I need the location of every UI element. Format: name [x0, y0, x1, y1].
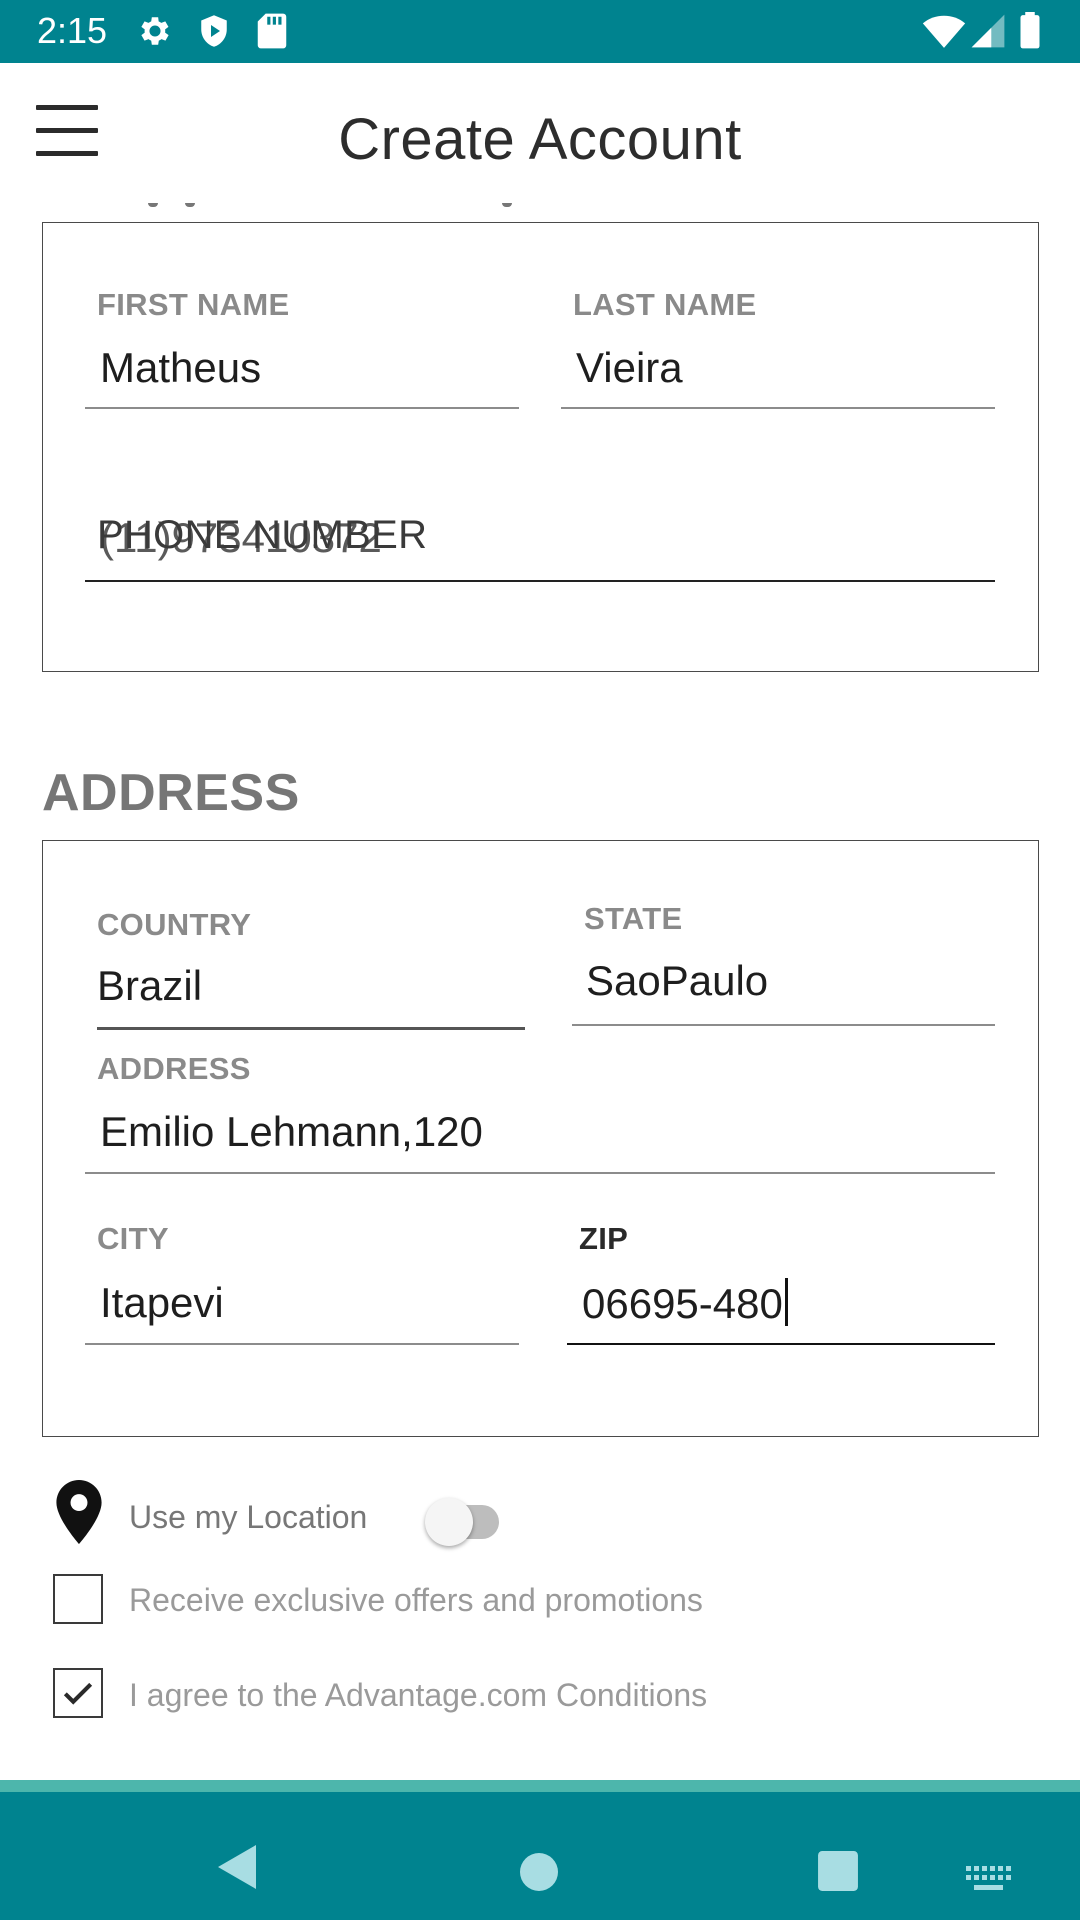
text-cursor — [784, 1278, 788, 1326]
zip-value: 06695-480 — [582, 1278, 788, 1329]
back-icon[interactable] — [212, 1832, 260, 1902]
use-location-row: Use my Location — [0, 1470, 1080, 1560]
city-underline — [85, 1343, 519, 1345]
last-name-underline — [561, 407, 995, 409]
signal-icon — [971, 14, 1005, 48]
city-label: CITY — [97, 1221, 169, 1256]
location-pin-icon — [56, 1480, 102, 1544]
offers-checkbox[interactable] — [53, 1574, 103, 1624]
shield-play-icon — [201, 15, 227, 47]
battery-icon — [1020, 12, 1040, 49]
home-icon[interactable] — [519, 1837, 559, 1907]
last-name-field[interactable]: LAST NAME Vieira — [561, 283, 995, 413]
conditions-checkbox[interactable] — [53, 1668, 103, 1718]
checkmark-icon — [63, 1682, 93, 1705]
zip-underline — [567, 1343, 995, 1345]
address-section-heading: ADDRESS — [42, 764, 300, 822]
first-name-label: FIRST NAME — [97, 287, 290, 322]
address-label: ADDRESS — [97, 1051, 251, 1086]
zip-label: ZIP — [579, 1221, 629, 1256]
bottom-accent-bar — [0, 1780, 1080, 1792]
personal-details-card: FIRST NAME Matheus LAST NAME Vieira (11)… — [42, 222, 1039, 672]
country-field[interactable]: COUNTRY Brazil — [85, 901, 525, 1031]
state-underline — [572, 1024, 995, 1026]
first-name-underline — [85, 407, 519, 409]
zip-field[interactable]: ZIP 06695-480 — [567, 1221, 995, 1351]
city-field[interactable]: CITY Itapevi — [85, 1221, 519, 1351]
recents-icon[interactable] — [817, 1836, 859, 1906]
first-name-field[interactable]: FIRST NAME Matheus — [85, 283, 519, 413]
system-nav-bar — [0, 1792, 1080, 1920]
state-label: STATE — [584, 901, 683, 936]
use-location-label: Use my Location — [129, 1499, 368, 1535]
sd-card-icon — [257, 13, 287, 49]
city-value: Itapevi — [100, 1279, 224, 1326]
zip-value-text: 06695-480 — [582, 1280, 783, 1327]
gear-icon — [141, 17, 169, 45]
last-name-value: Vieira — [576, 344, 683, 391]
wifi-icon — [922, 15, 966, 48]
last-name-label: LAST NAME — [573, 287, 757, 322]
state-field[interactable]: STATE SaoPaulo — [572, 901, 995, 1031]
offers-label: Receive exclusive offers and promotions — [129, 1582, 703, 1618]
state-value: SaoPaulo — [586, 957, 769, 1004]
address-value: Emilio Lehmann,120 — [100, 1108, 483, 1155]
first-name-value: Matheus — [100, 344, 262, 391]
country-underline — [97, 1027, 525, 1030]
address-card: COUNTRY Brazil STATE SaoPaulo ADDRESS Em… — [42, 840, 1039, 1437]
country-label: COUNTRY — [97, 907, 252, 942]
status-bar: 2:15 — [0, 0, 1080, 63]
scrolled-heading-remnant — [140, 203, 540, 213]
app-bar: Create Account — [0, 63, 1080, 203]
address-field[interactable]: ADDRESS Emilio Lehmann,120 — [85, 1051, 995, 1181]
status-time: 2:15 — [37, 10, 108, 51]
use-location-toggle[interactable] — [425, 1492, 513, 1546]
phone-number-field[interactable]: (11)973410372 PHONE NUMBER — [85, 503, 995, 603]
phone-number-label: PHONE NUMBER — [97, 513, 428, 557]
page-title: Create Account — [338, 107, 742, 172]
country-value: Brazil — [97, 962, 203, 1009]
phone-number-underline — [85, 580, 995, 582]
toggle-thumb — [425, 1498, 473, 1546]
keyboard-icon[interactable] — [966, 1844, 1012, 1914]
conditions-label: I agree to the Advantage.com Conditions — [129, 1677, 708, 1713]
address-underline — [85, 1172, 995, 1174]
